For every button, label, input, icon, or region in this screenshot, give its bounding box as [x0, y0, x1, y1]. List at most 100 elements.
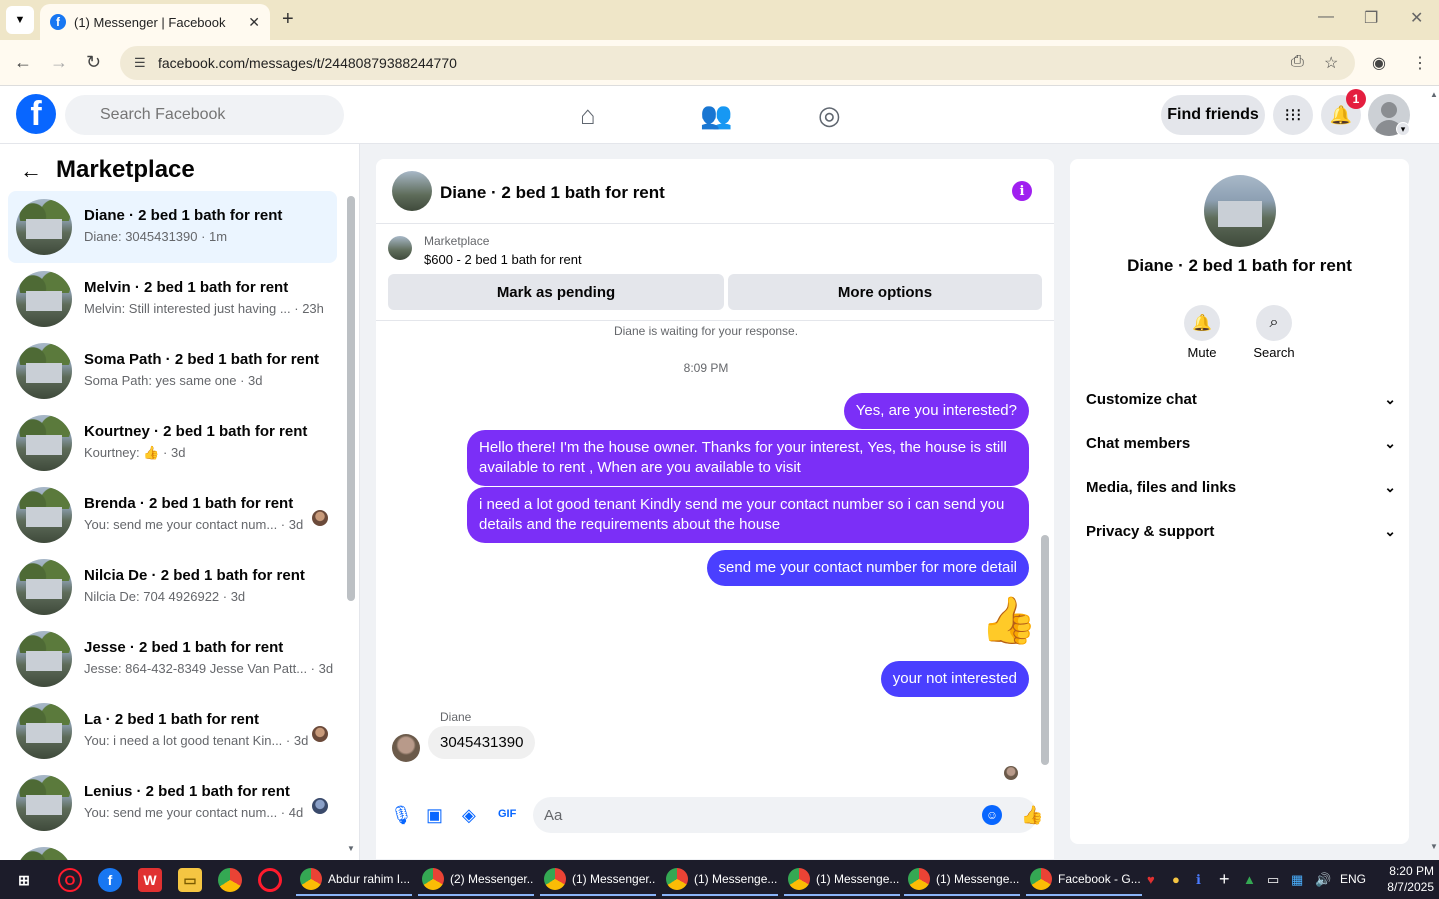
outgoing-message[interactable]: send me your contact number for more det…: [706, 550, 1029, 586]
taskbar-app[interactable]: (1) Messenge...: [784, 864, 900, 896]
mute-bell-icon[interactable]: 🔔: [1184, 305, 1220, 341]
menu-grid-icon[interactable]: ⁝⁝⁝: [1273, 95, 1313, 135]
new-tab-button[interactable]: +: [282, 8, 294, 31]
reload-button[interactable]: ↻: [86, 52, 101, 73]
conversation-item[interactable]: Lenius · 2 bed 1 bath for rent You: send…: [8, 767, 337, 839]
facebook-favicon-icon: f: [50, 14, 66, 30]
home-icon[interactable]: ⌂: [580, 100, 596, 131]
chat-title[interactable]: Diane · 2 bed 1 bath for rent: [440, 183, 665, 203]
sticker-icon[interactable]: ◈: [462, 805, 476, 826]
taskbar-app[interactable]: (1) Messenge...: [904, 864, 1020, 896]
tray-app-icon[interactable]: ●: [1172, 872, 1180, 887]
like-button-icon[interactable]: 👍: [1021, 805, 1043, 826]
more-options-button[interactable]: More options: [728, 274, 1042, 310]
privacy-support-section[interactable]: Privacy & support ⌄: [1086, 523, 1396, 547]
file-explorer-icon[interactable]: ▭: [178, 868, 202, 892]
incoming-message[interactable]: 3045431390: [428, 726, 536, 759]
conversation-item[interactable]: Nilcia De · 2 bed 1 bath for rent Nilcia…: [8, 551, 337, 623]
listing-thumbnail: [16, 199, 72, 255]
install-app-icon[interactable]: ⎙: [1291, 53, 1304, 71]
conversation-item[interactable]: Diane · 2 bed 1 bath for rent Diane: 304…: [8, 191, 337, 263]
conversation-item[interactable]: Melvin · 2 bed 1 bath for rent Melvin: S…: [8, 263, 337, 335]
scroll-down-arrow-icon[interactable]: ▼: [1430, 842, 1438, 851]
read-receipt-avatar: [1004, 766, 1018, 780]
mark-as-pending-button[interactable]: Mark as pending: [388, 274, 724, 310]
drive-tray-icon[interactable]: ▲: [1243, 872, 1256, 887]
microphone-icon[interactable]: 🎙: [390, 805, 413, 826]
wps-office-icon[interactable]: W: [138, 868, 162, 892]
listing-price-title[interactable]: $600 - 2 bed 1 bath for rent: [424, 252, 582, 267]
info-icon[interactable]: i: [1012, 181, 1032, 201]
opera-icon[interactable]: [258, 868, 282, 892]
tab-close-icon[interactable]: ✕: [248, 14, 260, 31]
scroll-up-arrow-icon[interactable]: ▲: [1430, 90, 1438, 99]
conversation-item[interactable]: [8, 839, 337, 860]
chat-members-section[interactable]: Chat members ⌄: [1086, 435, 1396, 459]
taskbar-app[interactable]: (2) Messenger...: [418, 864, 534, 896]
windows-start-icon[interactable]: ⊞: [12, 868, 36, 892]
gif-icon[interactable]: GIF: [498, 808, 516, 820]
conversation-item[interactable]: Brenda · 2 bed 1 bath for rent You: send…: [8, 479, 337, 551]
chat-listing-thumbnail[interactable]: [392, 171, 432, 211]
message-input[interactable]: Aa: [533, 797, 1037, 833]
groups-icon[interactable]: ◎: [818, 100, 841, 131]
volume-icon[interactable]: 🔊: [1315, 872, 1331, 888]
outgoing-message[interactable]: Hello there! I'm the house owner. Thanks…: [467, 430, 1029, 486]
customize-chat-section[interactable]: Customize chat ⌄: [1086, 391, 1396, 415]
bookmark-star-icon[interactable]: ☆: [1324, 53, 1338, 73]
back-arrow-icon[interactable]: ←: [20, 158, 42, 184]
facebook-search-input[interactable]: [65, 95, 344, 135]
conversation-item[interactable]: Jesse · 2 bed 1 bath for rent Jesse: 864…: [8, 623, 337, 695]
language-indicator[interactable]: ENG: [1340, 872, 1366, 886]
taskbar-app[interactable]: Facebook - G...: [1026, 864, 1142, 896]
browser-tab-bar: ▼ f (1) Messenger | Facebook ✕ + — ❐ ✕: [0, 0, 1439, 40]
conversation-item[interactable]: Kourtney · 2 bed 1 bath for rent Kourtne…: [8, 407, 337, 479]
account-chevron-icon[interactable]: ▾: [1396, 122, 1410, 136]
photo-icon[interactable]: ▣: [426, 805, 443, 826]
taskbar-app[interactable]: (1) Messenge...: [662, 864, 778, 896]
conversation-item[interactable]: La · 2 bed 1 bath for rent You: i need a…: [8, 695, 337, 767]
forward-button[interactable]: →: [50, 52, 68, 73]
taskbar-app[interactable]: (1) Messenger...: [540, 864, 656, 896]
opera-gx-icon[interactable]: O: [58, 868, 82, 892]
system-clock[interactable]: 8:20 PM 8/7/2025: [1372, 863, 1434, 895]
emoji-icon[interactable]: ☺: [982, 805, 1002, 825]
conversation-preview: Jesse: 864-432-8349 Jesse Van Patt... · …: [84, 661, 334, 676]
tab-search-button[interactable]: ▼: [6, 6, 34, 34]
thumbs-up-sticker-icon[interactable]: 👍: [980, 593, 1037, 648]
network-tray-icon[interactable]: ▭: [1267, 872, 1279, 888]
media-files-links-section[interactable]: Media, files and links ⌄: [1086, 479, 1396, 503]
close-window-button[interactable]: ✕: [1410, 8, 1423, 28]
find-friends-button[interactable]: Find friends: [1161, 95, 1265, 135]
listing-thumbnail: [16, 559, 72, 615]
outgoing-message[interactable]: i need a lot good tenant Kindly send me …: [467, 487, 1029, 543]
restore-button[interactable]: ❐: [1364, 8, 1378, 28]
url-input[interactable]: ☰ facebook.com/messages/t/24480879388244…: [120, 46, 1355, 80]
browser-tab[interactable]: f (1) Messenger | Facebook ✕: [40, 4, 270, 40]
plus-tray-icon[interactable]: +: [1219, 869, 1230, 890]
back-button[interactable]: ←: [14, 52, 32, 73]
page-scrollbar[interactable]: ▲ ▼: [1430, 90, 1439, 860]
chrome-icon[interactable]: [218, 868, 242, 892]
facebook-logo-icon[interactable]: f: [16, 94, 56, 134]
details-listing-picture[interactable]: [1204, 175, 1276, 247]
heart-tray-icon[interactable]: ♥: [1147, 872, 1155, 887]
sender-avatar[interactable]: [392, 734, 420, 762]
outgoing-message[interactable]: your not interested: [880, 661, 1029, 697]
taskbar-app[interactable]: Abdur rahim I...: [296, 864, 412, 896]
info-tray-icon[interactable]: ℹ: [1196, 872, 1201, 888]
scroll-down-arrow-icon[interactable]: ▼: [347, 844, 355, 853]
conversation-item[interactable]: Soma Path · 2 bed 1 bath for rent Soma P…: [8, 335, 337, 407]
chrome-icon: [544, 868, 566, 890]
browser-menu-icon[interactable]: ⋮: [1412, 53, 1428, 73]
minimize-button[interactable]: —: [1318, 8, 1334, 26]
friends-icon[interactable]: 👥: [700, 100, 732, 131]
search-icon[interactable]: ⌕: [1256, 305, 1292, 341]
outgoing-message[interactable]: Yes, are you interested?: [843, 393, 1029, 429]
site-settings-icon[interactable]: ☰: [134, 55, 146, 71]
chat-scrollbar[interactable]: [1041, 535, 1049, 765]
facebook-app-icon[interactable]: f: [98, 868, 122, 892]
display-tray-icon[interactable]: ▦: [1291, 872, 1303, 888]
conversation-list-scrollbar[interactable]: [347, 196, 355, 601]
profile-icon[interactable]: ◉: [1372, 53, 1386, 73]
